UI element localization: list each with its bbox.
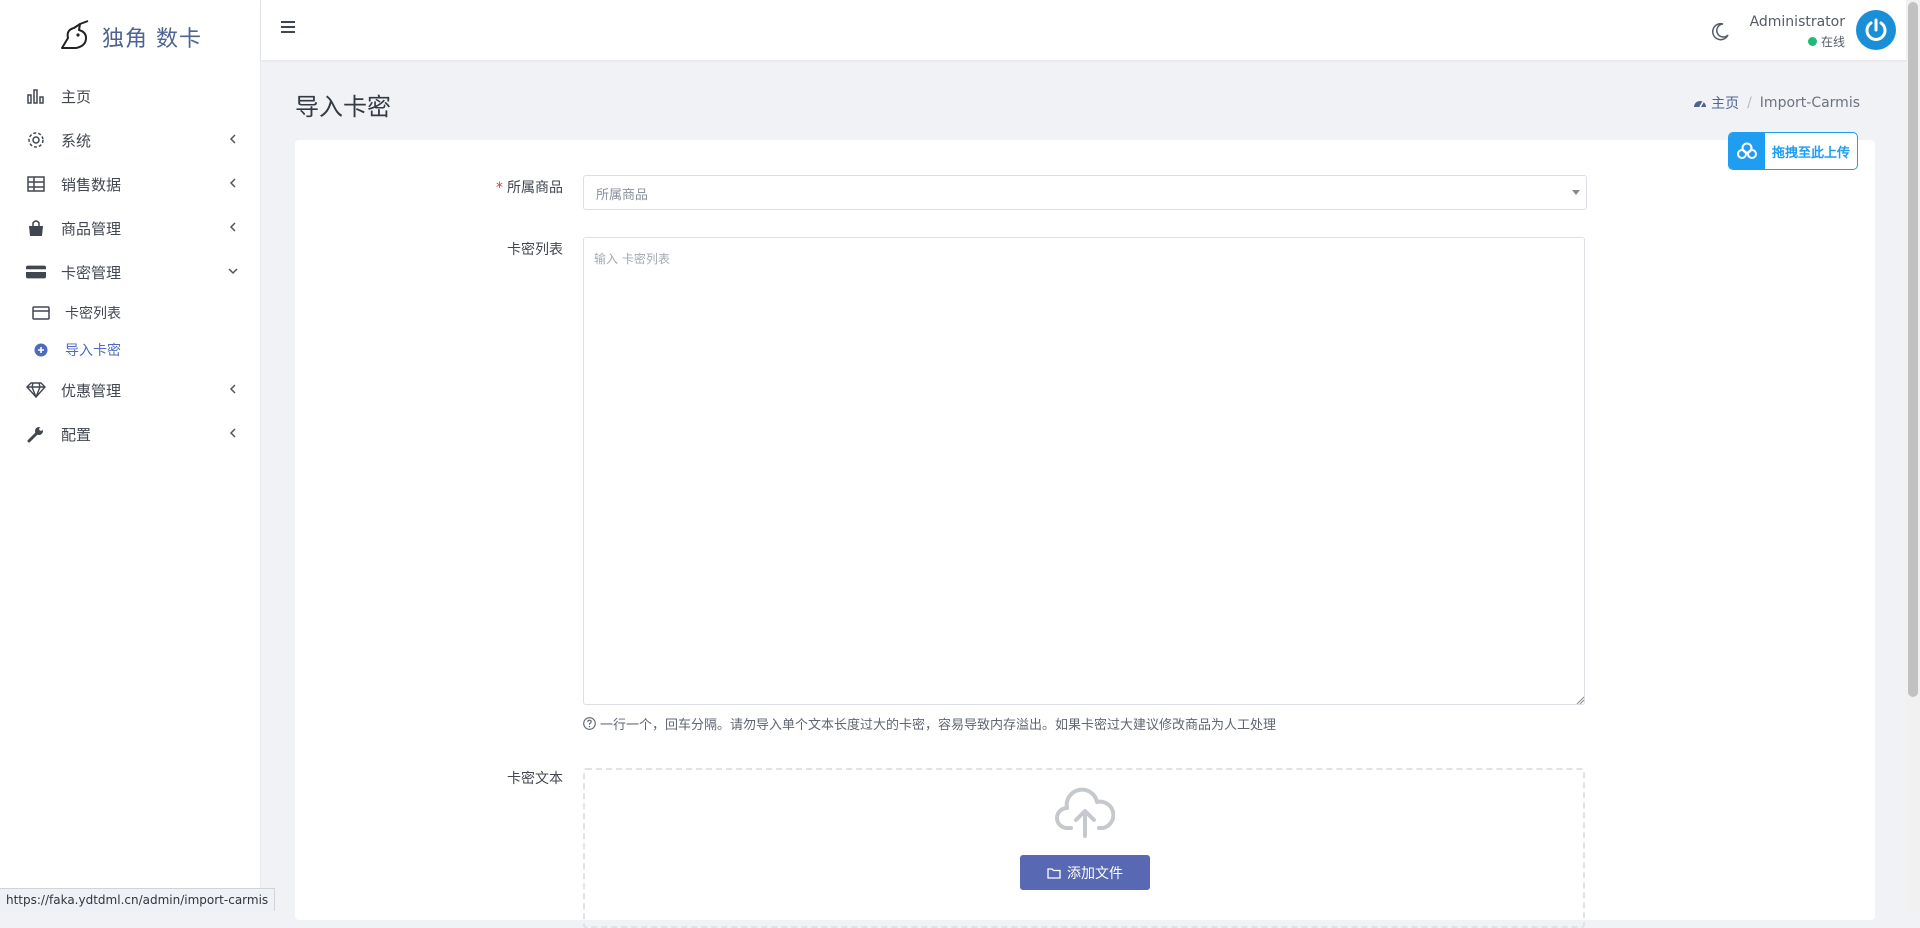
status-bar-url: https://faka.ydtdml.cn/admin/import-carm… <box>0 888 276 911</box>
scrollbar-thumb[interactable] <box>1908 2 1918 697</box>
sidebar-item-system[interactable]: 系统 <box>0 118 260 162</box>
chevron-left-icon <box>229 428 236 438</box>
user-name: Administrator <box>1749 14 1845 30</box>
shopping-bag-icon <box>26 218 46 238</box>
page-scrollbar[interactable] <box>1906 0 1920 911</box>
card-icon <box>32 304 50 322</box>
sidebar-item-settings[interactable]: 配置 <box>0 412 260 456</box>
breadcrumb-home-label: 主页 <box>1711 96 1740 112</box>
avatar[interactable] <box>1856 10 1896 50</box>
sidebar-subitem-card-list[interactable]: 卡密列表 <box>0 294 260 331</box>
user-status-label: 在线 <box>1820 35 1845 49</box>
product-label-text: 所属商品 <box>507 180 563 196</box>
sidebar-item-home[interactable]: 主页 <box>0 74 260 118</box>
moon-icon[interactable] <box>1710 22 1730 42</box>
brand[interactable]: 独角 数卡 <box>0 0 260 74</box>
hamburger-menu-icon[interactable] <box>279 18 297 36</box>
power-icon <box>1865 18 1887 41</box>
breadcrumb: 主页 / Import-Carmis <box>1693 93 1860 113</box>
sidebar-subitem-label: 导入卡密 <box>65 342 121 359</box>
sidebar-item-label: 配置 <box>61 425 92 444</box>
gear-icon <box>26 130 46 150</box>
folder-icon <box>1047 867 1061 879</box>
drag-upload-label: 拖拽至此上传 <box>1772 145 1851 161</box>
caret-down-icon <box>1572 190 1580 195</box>
add-file-button[interactable]: 添加文件 <box>1020 855 1150 890</box>
sidebar-subitem-import-cards[interactable]: 导入卡密 <box>0 331 260 368</box>
unicorn-logo-icon <box>61 20 89 49</box>
question-circle-icon <box>583 717 596 730</box>
sidebar-item-label: 主页 <box>61 87 92 106</box>
product-label: * 所属商品 <box>363 177 563 197</box>
drag-upload-button[interactable]: 拖拽至此上传 <box>1728 132 1858 170</box>
product-select-value: 所属商品 <box>596 188 649 203</box>
plus-circle-icon <box>32 341 50 359</box>
sidebar-menu: 主页 系统 销售数据 商品管理 卡密管理 卡密列表 导入卡密 优惠管理 配置 <box>0 74 260 456</box>
dashboard-icon <box>1694 101 1707 108</box>
bar-chart-icon <box>26 86 46 106</box>
credit-card-icon <box>26 262 46 282</box>
required-asterisk: * <box>496 180 503 196</box>
sidebar-item-label: 销售数据 <box>61 175 122 194</box>
wrench-icon <box>26 424 46 444</box>
online-dot-icon <box>1807 37 1817 46</box>
chevron-left-icon <box>229 384 236 394</box>
chevron-down-icon <box>228 268 238 275</box>
breadcrumb-current: Import-Carmis <box>1759 95 1860 111</box>
sidebar-item-card-management[interactable]: 卡密管理 <box>0 250 260 294</box>
card-list-label: 卡密列表 <box>507 242 563 258</box>
top-navbar: Administrator 在线 <box>261 0 1920 60</box>
sidebar-item-label: 系统 <box>61 131 92 150</box>
sidebar-item-label: 商品管理 <box>61 219 122 238</box>
user-status: 在线 <box>1807 33 1845 50</box>
card-list-textarea[interactable] <box>583 237 1585 705</box>
help-text: 一行一个，回车分隔。请勿导入单个文本长度过大的卡密，容易导致内存溢出。如果卡密过… <box>583 714 1276 733</box>
brand-name: 独角 数卡 <box>102 27 202 52</box>
sidebar: 独角 数卡 主页 系统 销售数据 商品管理 卡密管理 卡密列表 导入卡密 优惠管… <box>0 0 261 911</box>
breadcrumb-home[interactable]: 主页 <box>1693 93 1739 113</box>
sidebar-item-coupons[interactable]: 优惠管理 <box>0 368 260 412</box>
chevron-left-icon <box>229 134 236 144</box>
product-select[interactable]: 所属商品 <box>583 175 1587 210</box>
add-file-label: 添加文件 <box>1067 865 1123 882</box>
help-text-label: 一行一个，回车分隔。请勿导入单个文本长度过大的卡密，容易导致内存溢出。如果卡密过… <box>600 718 1277 733</box>
sidebar-subitem-label: 卡密列表 <box>65 305 121 322</box>
sidebar-item-label: 优惠管理 <box>61 381 122 400</box>
card-file-label: 卡密文本 <box>507 771 563 787</box>
breadcrumb-separator: / <box>1747 95 1752 111</box>
sidebar-item-sales-data[interactable]: 销售数据 <box>0 162 260 206</box>
sidebar-item-label: 卡密管理 <box>61 263 122 282</box>
chevron-left-icon <box>229 222 236 232</box>
cloud-upload-icon <box>1055 787 1115 838</box>
resize-handle-icon[interactable] <box>1576 696 1584 704</box>
page-title: 导入卡密 <box>295 93 391 121</box>
table-icon <box>26 174 46 194</box>
diamond-icon <box>26 380 46 400</box>
chevron-left-icon <box>229 178 236 188</box>
cloud-upload-icon <box>1729 133 1765 169</box>
sidebar-item-products[interactable]: 商品管理 <box>0 206 260 250</box>
